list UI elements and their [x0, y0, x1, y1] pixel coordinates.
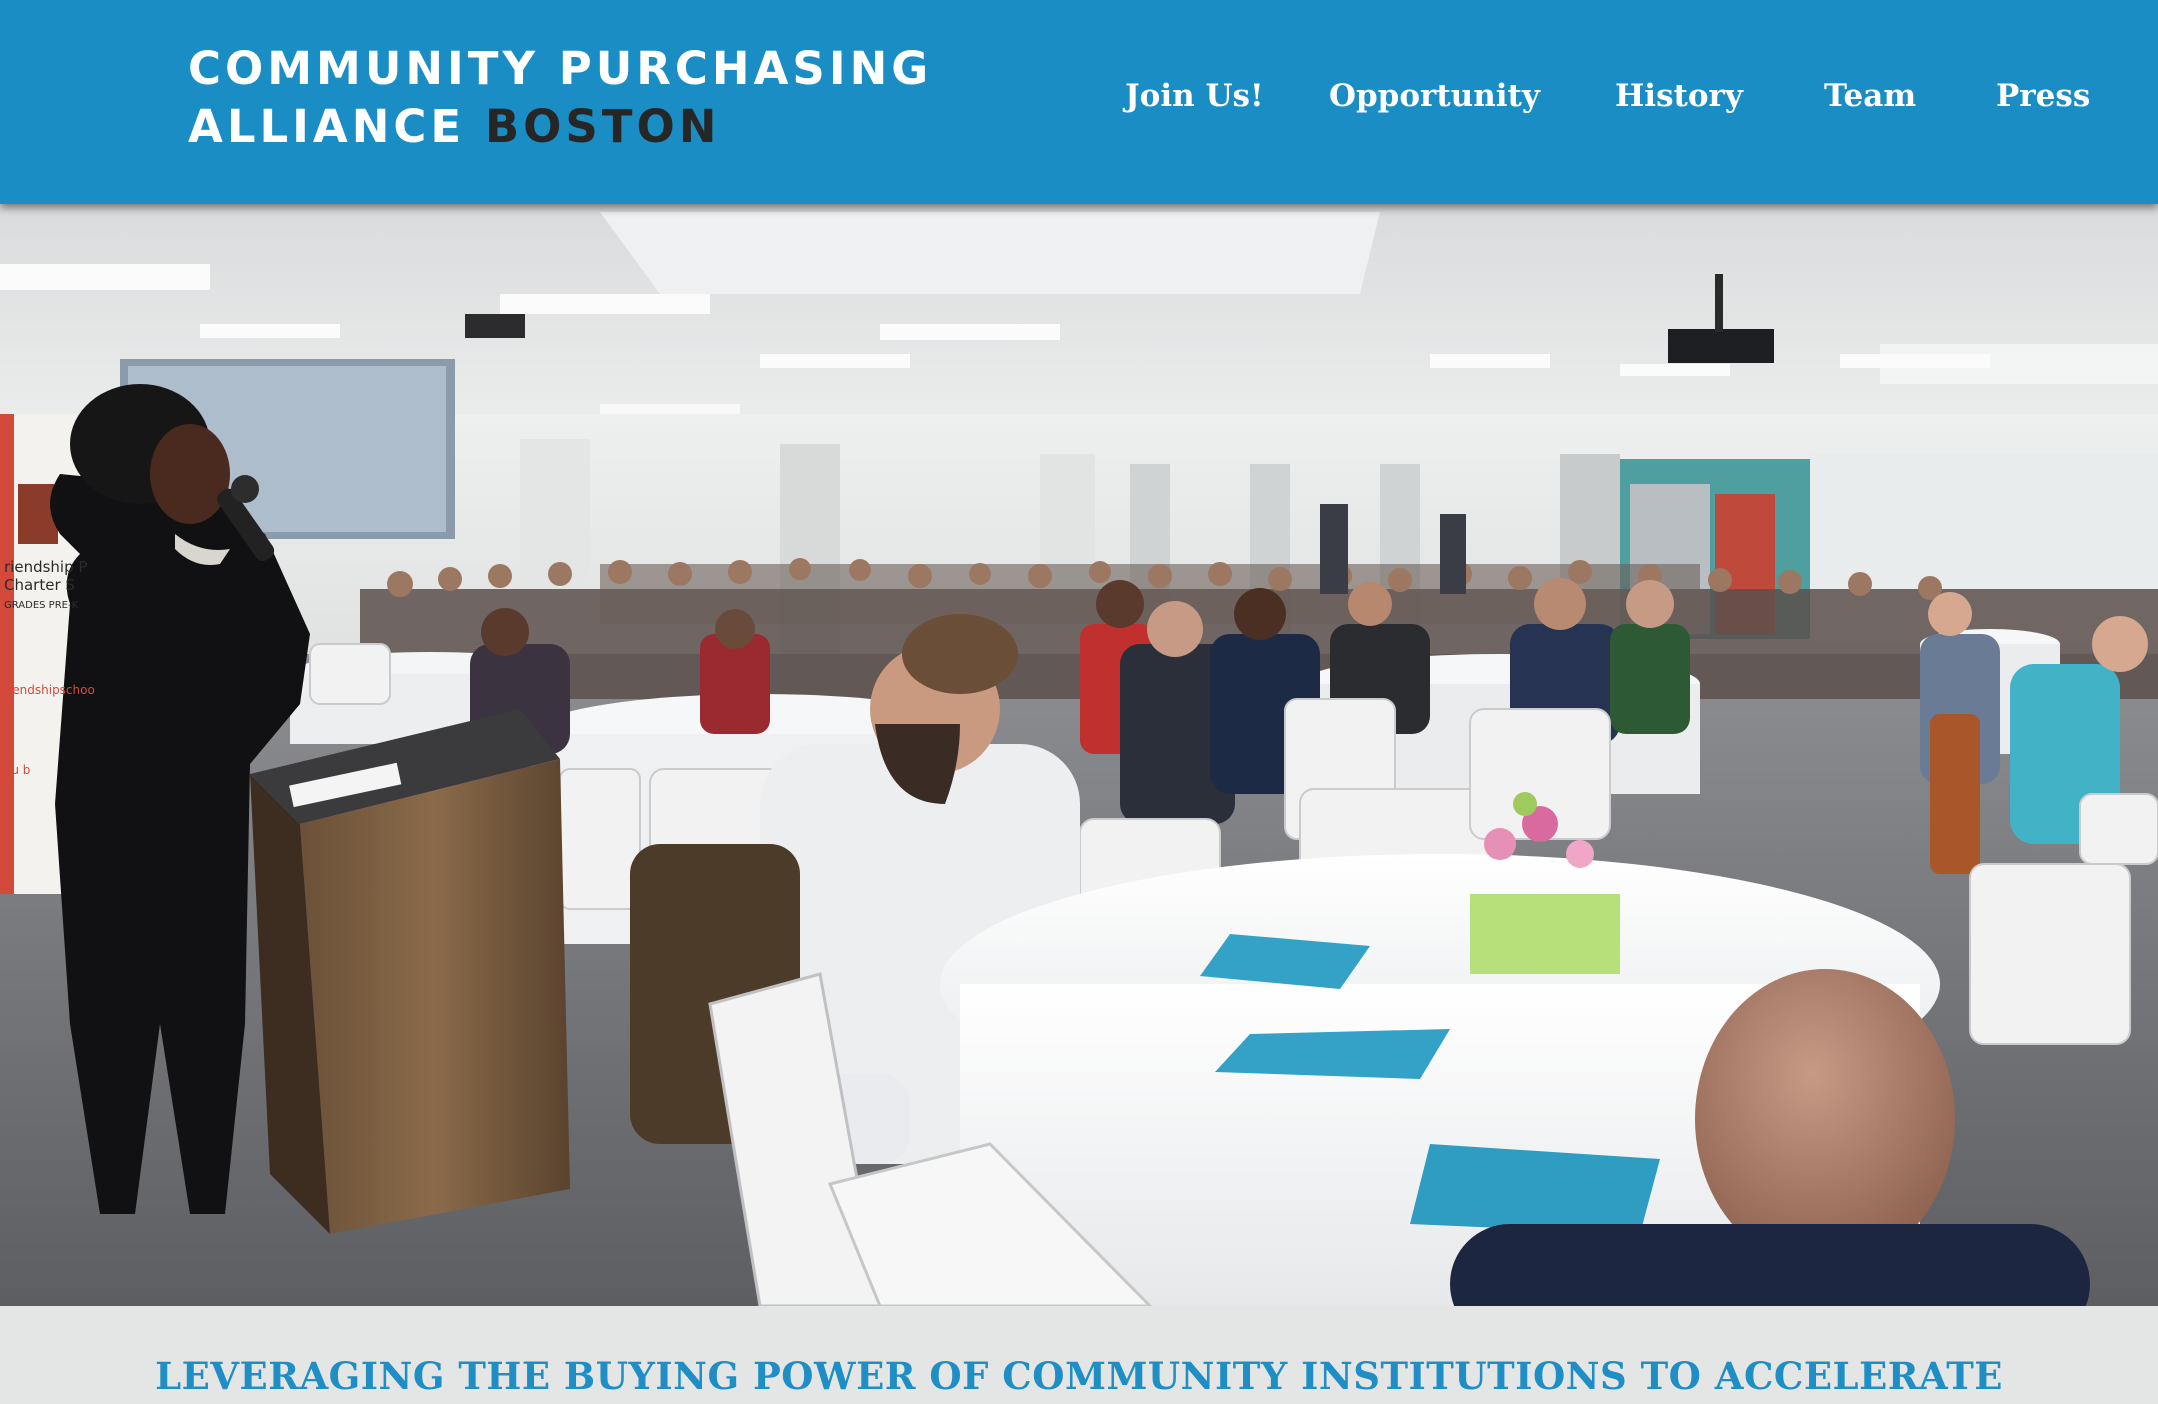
banner-text-line: Charter S — [4, 576, 75, 594]
banner-text-line: riendshipschoo — [4, 683, 95, 697]
nav-join-us[interactable]: Join Us! — [1125, 74, 1264, 118]
projector-left — [465, 314, 525, 338]
projector-right — [1668, 329, 1774, 363]
hero-photo: riendship P Charter S GRADES PRE-K riendshi… — [0, 204, 2158, 1306]
banner-text-line: ou b — [4, 763, 30, 777]
nav-opportunity[interactable]: Opportunity — [1329, 74, 1540, 118]
tagline: LEVERAGING THE BUYING POWER OF COMMUNITY… — [155, 1354, 2003, 1398]
tagline-band: LEVERAGING THE BUYING POWER OF COMMUNITY… — [0, 1306, 2158, 1404]
nav-history[interactable]: History — [1615, 74, 1743, 118]
site-header: COMMUNITY PURCHASING ALLIANCE BOSTON Joi… — [0, 0, 2158, 204]
main-nav: Join Us! Opportunity History Team Press — [0, 74, 2158, 124]
event-photo-illustration: riendship PCharter S GRADES PRE-K riendshi… — [0, 204, 2158, 1306]
skylight — [600, 212, 1380, 294]
nav-press[interactable]: Press — [1996, 74, 2090, 118]
nav-team[interactable]: Team — [1824, 74, 1916, 118]
banner-text-line: GRADES PRE-K — [4, 600, 79, 611]
banner-text-line: riendship P — [4, 558, 87, 576]
podium — [250, 709, 570, 1234]
banner-text-line: n — [4, 783, 12, 797]
